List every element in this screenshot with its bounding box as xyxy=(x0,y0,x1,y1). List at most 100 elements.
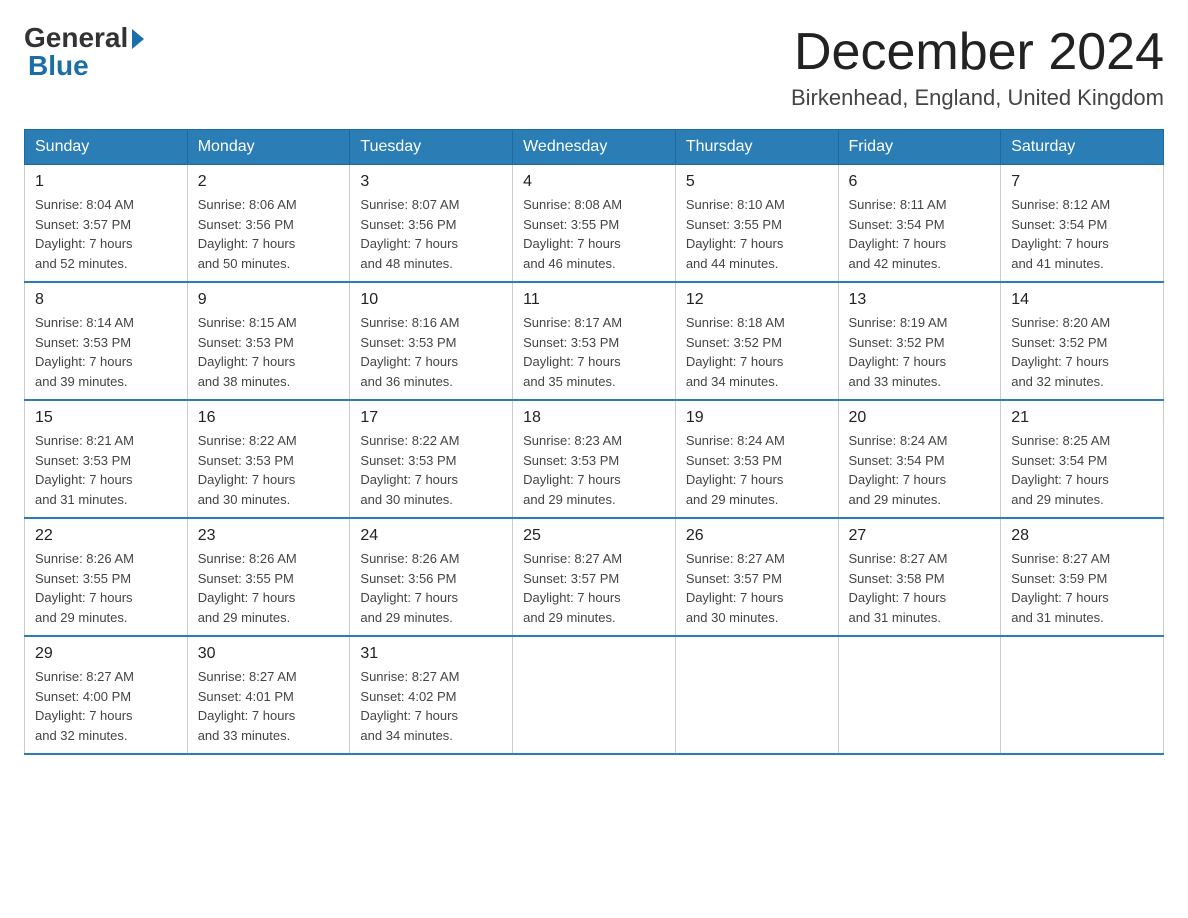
sunset-text: Sunset: 3:52 PM xyxy=(686,335,782,350)
day-info: Sunrise: 8:26 AMSunset: 3:55 PMDaylight:… xyxy=(198,549,340,627)
calendar-table: SundayMondayTuesdayWednesdayThursdayFrid… xyxy=(24,129,1164,755)
day-info: Sunrise: 8:10 AMSunset: 3:55 PMDaylight:… xyxy=(686,195,828,273)
daylight-text-continued: and 29 minutes. xyxy=(849,492,942,507)
calendar-day-cell: 22Sunrise: 8:26 AMSunset: 3:55 PMDayligh… xyxy=(25,518,188,636)
sunset-text: Sunset: 3:57 PM xyxy=(35,217,131,232)
sunset-text: Sunset: 4:01 PM xyxy=(198,689,294,704)
calendar-day-cell xyxy=(513,636,676,754)
sunrise-text: Sunrise: 8:15 AM xyxy=(198,315,297,330)
day-info: Sunrise: 8:27 AMSunset: 3:57 PMDaylight:… xyxy=(523,549,665,627)
calendar-week-row: 22 Sunrise: 8:26 AMSunset: 3:55 PMDayligh… xyxy=(25,518,1164,636)
daylight-text: Daylight: 7 hours xyxy=(35,708,133,723)
daylight-text-continued: and 44 minutes. xyxy=(686,256,779,271)
day-info: Sunrise: 8:06 AMSunset: 3:56 PMDaylight:… xyxy=(198,195,340,273)
sunrise-text: Sunrise: 8:11 AM xyxy=(849,197,947,212)
day-info: Sunrise: 8:20 AMSunset: 3:52 PMDaylight:… xyxy=(1011,313,1153,391)
daylight-text-continued: and 35 minutes. xyxy=(523,374,616,389)
sunset-text: Sunset: 3:57 PM xyxy=(523,571,619,586)
sunset-text: Sunset: 3:56 PM xyxy=(360,571,456,586)
daylight-text-continued: and 30 minutes. xyxy=(198,492,291,507)
day-number: 18 xyxy=(523,409,665,427)
day-info: Sunrise: 8:27 AMSunset: 3:57 PMDaylight:… xyxy=(686,549,828,627)
daylight-text: Daylight: 7 hours xyxy=(523,590,621,605)
day-info: Sunrise: 8:16 AMSunset: 3:53 PMDaylight:… xyxy=(360,313,502,391)
logo: General Blue xyxy=(24,24,144,80)
day-of-week-header: Friday xyxy=(838,130,1001,165)
daylight-text-continued: and 30 minutes. xyxy=(360,492,453,507)
calendar-day-cell: 10 Sunrise: 8:16 AMSunset: 3:53 PMDayligh… xyxy=(350,282,513,400)
daylight-text-continued: and 30 minutes. xyxy=(686,610,779,625)
daylight-text: Daylight: 7 hours xyxy=(849,354,947,369)
day-number: 27 xyxy=(849,527,991,545)
day-of-week-header: Monday xyxy=(187,130,350,165)
calendar-day-cell: 29Sunrise: 8:27 AMSunset: 4:00 PMDayligh… xyxy=(25,636,188,754)
day-number: 9 xyxy=(198,291,340,309)
daylight-text: Daylight: 7 hours xyxy=(523,472,621,487)
sunset-text: Sunset: 3:53 PM xyxy=(35,453,131,468)
daylight-text: Daylight: 7 hours xyxy=(35,590,133,605)
calendar-day-cell xyxy=(838,636,1001,754)
sunset-text: Sunset: 3:54 PM xyxy=(1011,217,1107,232)
daylight-text-continued: and 41 minutes. xyxy=(1011,256,1104,271)
day-info: Sunrise: 8:15 AMSunset: 3:53 PMDaylight:… xyxy=(198,313,340,391)
day-number: 31 xyxy=(360,645,502,663)
calendar-day-cell: 13 Sunrise: 8:19 AMSunset: 3:52 PMDayligh… xyxy=(838,282,1001,400)
day-info: Sunrise: 8:07 AMSunset: 3:56 PMDaylight:… xyxy=(360,195,502,273)
day-number: 22 xyxy=(35,527,177,545)
calendar-day-cell: 30Sunrise: 8:27 AMSunset: 4:01 PMDayligh… xyxy=(187,636,350,754)
sunrise-text: Sunrise: 8:14 AM xyxy=(35,315,134,330)
calendar-day-cell: 21 Sunrise: 8:25 AMSunset: 3:54 PMDayligh… xyxy=(1001,400,1164,518)
calendar-day-cell: 6Sunrise: 8:11 AMSunset: 3:54 PMDaylight… xyxy=(838,165,1001,283)
day-number: 13 xyxy=(849,291,991,309)
sunset-text: Sunset: 3:53 PM xyxy=(523,335,619,350)
day-info: Sunrise: 8:11 AMSunset: 3:54 PMDaylight:… xyxy=(849,195,991,273)
sunrise-text: Sunrise: 8:04 AM xyxy=(35,197,134,212)
daylight-text: Daylight: 7 hours xyxy=(360,354,458,369)
calendar-day-cell xyxy=(675,636,838,754)
sunset-text: Sunset: 3:56 PM xyxy=(198,217,294,232)
sunrise-text: Sunrise: 8:17 AM xyxy=(523,315,622,330)
daylight-text: Daylight: 7 hours xyxy=(360,472,458,487)
day-number: 10 xyxy=(360,291,502,309)
day-info: Sunrise: 8:27 AMSunset: 4:02 PMDaylight:… xyxy=(360,667,502,745)
calendar-day-cell: 7Sunrise: 8:12 AMSunset: 3:54 PMDaylight… xyxy=(1001,165,1164,283)
day-number: 25 xyxy=(523,527,665,545)
day-info: Sunrise: 8:23 AMSunset: 3:53 PMDaylight:… xyxy=(523,431,665,509)
daylight-text-continued: and 32 minutes. xyxy=(1011,374,1104,389)
daylight-text-continued: and 46 minutes. xyxy=(523,256,616,271)
day-number: 19 xyxy=(686,409,828,427)
calendar-body: 1Sunrise: 8:04 AMSunset: 3:57 PMDaylight… xyxy=(25,165,1164,755)
sunset-text: Sunset: 3:59 PM xyxy=(1011,571,1107,586)
day-info: Sunrise: 8:19 AMSunset: 3:52 PMDaylight:… xyxy=(849,313,991,391)
day-of-week-header: Tuesday xyxy=(350,130,513,165)
sunrise-text: Sunrise: 8:19 AM xyxy=(849,315,948,330)
day-number: 24 xyxy=(360,527,502,545)
day-info: Sunrise: 8:25 AMSunset: 3:54 PMDaylight:… xyxy=(1011,431,1153,509)
daylight-text-continued: and 50 minutes. xyxy=(198,256,291,271)
day-info: Sunrise: 8:26 AMSunset: 3:56 PMDaylight:… xyxy=(360,549,502,627)
calendar-day-cell: 19Sunrise: 8:24 AMSunset: 3:53 PMDayligh… xyxy=(675,400,838,518)
daylight-text: Daylight: 7 hours xyxy=(686,354,784,369)
calendar-day-cell: 3 Sunrise: 8:07 AMSunset: 3:56 PMDaylight… xyxy=(350,165,513,283)
sunset-text: Sunset: 3:53 PM xyxy=(35,335,131,350)
daylight-text: Daylight: 7 hours xyxy=(849,472,947,487)
day-number: 3 xyxy=(360,173,502,191)
daylight-text-continued: and 31 minutes. xyxy=(1011,610,1104,625)
calendar-day-cell: 20Sunrise: 8:24 AMSunset: 3:54 PMDayligh… xyxy=(838,400,1001,518)
daylight-text-continued: and 29 minutes. xyxy=(198,610,291,625)
daylight-text: Daylight: 7 hours xyxy=(849,590,947,605)
sunset-text: Sunset: 3:55 PM xyxy=(35,571,131,586)
sunrise-text: Sunrise: 8:06 AM xyxy=(198,197,297,212)
day-info: Sunrise: 8:22 AMSunset: 3:53 PMDaylight:… xyxy=(198,431,340,509)
calendar-day-cell: 27Sunrise: 8:27 AMSunset: 3:58 PMDayligh… xyxy=(838,518,1001,636)
sunset-text: Sunset: 3:54 PM xyxy=(1011,453,1107,468)
daylight-text: Daylight: 7 hours xyxy=(198,472,296,487)
calendar-day-cell: 26Sunrise: 8:27 AMSunset: 3:57 PMDayligh… xyxy=(675,518,838,636)
sunrise-text: Sunrise: 8:16 AM xyxy=(360,315,459,330)
day-number: 21 xyxy=(1011,409,1153,427)
calendar-day-cell: 2Sunrise: 8:06 AMSunset: 3:56 PMDaylight… xyxy=(187,165,350,283)
sunset-text: Sunset: 3:57 PM xyxy=(686,571,782,586)
sunset-text: Sunset: 3:53 PM xyxy=(360,453,456,468)
daylight-text-continued: and 31 minutes. xyxy=(849,610,942,625)
day-info: Sunrise: 8:24 AMSunset: 3:54 PMDaylight:… xyxy=(849,431,991,509)
